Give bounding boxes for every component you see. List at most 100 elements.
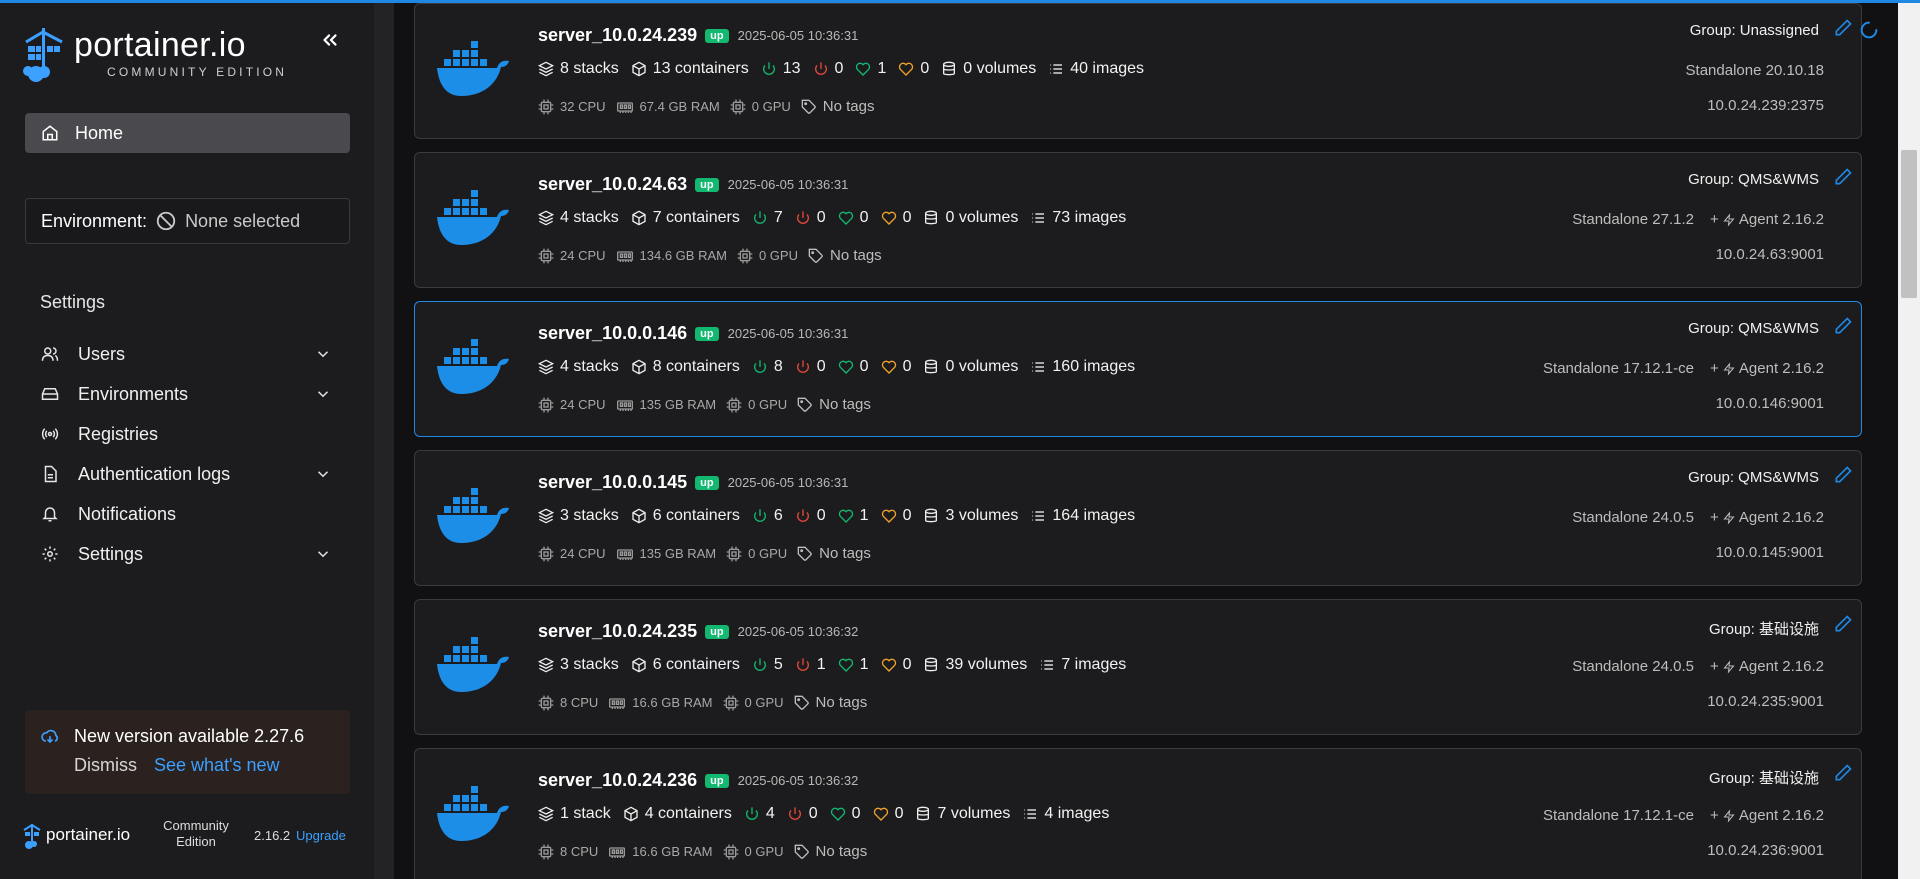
environment-card[interactable]: server_10.0.24.236 up 2025-06-05 10:36:3… bbox=[414, 748, 1862, 879]
stacks-count: 4 stacks bbox=[560, 209, 619, 226]
power-stopped-icon bbox=[796, 360, 809, 373]
stopped-count: 0 bbox=[816, 507, 826, 524]
hard-drive-icon bbox=[40, 384, 60, 404]
gpu-value: 0 GPU bbox=[751, 99, 791, 114]
running-count: 8 bbox=[773, 358, 783, 375]
layers-icon bbox=[538, 359, 554, 375]
stopped-count: 0 bbox=[816, 358, 826, 375]
group-label: Group: QMS&WMS bbox=[1688, 320, 1819, 337]
power-stopped-icon bbox=[796, 211, 809, 224]
environment-name[interactable]: server_10.0.0.146 bbox=[538, 323, 687, 344]
edit-pencil-icon[interactable] bbox=[1833, 614, 1853, 634]
environment-address: 10.0.24.63:9001 bbox=[1715, 246, 1824, 263]
running-stat: 7 bbox=[752, 209, 783, 227]
environment-card[interactable]: server_10.0.0.146 up 2025-06-05 10:36:31… bbox=[414, 301, 1862, 437]
tag-icon bbox=[794, 695, 809, 710]
heart-healthy-icon bbox=[856, 62, 871, 76]
platform-info: Standalone 17.12.1-ce + Agent 2.16.2 bbox=[1543, 360, 1824, 377]
heart-healthy-icon bbox=[838, 211, 853, 225]
tags-value: No tags bbox=[819, 396, 871, 413]
environment-selector[interactable]: Environment: None selected bbox=[25, 198, 350, 244]
cpu-value: 24 CPU bbox=[560, 397, 606, 412]
gpu-spec: 0 GPU bbox=[726, 546, 787, 562]
database-icon bbox=[925, 210, 938, 225]
environment-name[interactable]: server_10.0.24.235 bbox=[538, 621, 697, 642]
edit-pencil-icon[interactable] bbox=[1833, 18, 1853, 38]
environment-name[interactable]: server_10.0.24.63 bbox=[538, 174, 687, 195]
collapse-sidebar-button[interactable] bbox=[316, 26, 344, 54]
sidebar-item-notifications[interactable]: Notifications bbox=[25, 494, 350, 534]
cpu-value: 8 CPU bbox=[560, 844, 599, 859]
environment-name[interactable]: server_10.0.24.236 bbox=[538, 770, 697, 791]
brand[interactable]: portainer.io COMMUNITY EDITION bbox=[22, 24, 322, 84]
containers-stat: 6 containers bbox=[631, 656, 740, 674]
zap-icon bbox=[1723, 361, 1735, 376]
database-icon bbox=[943, 61, 956, 76]
cpu-icon bbox=[538, 99, 554, 114]
memory-icon bbox=[616, 250, 633, 262]
edit-pencil-icon[interactable] bbox=[1833, 465, 1853, 485]
stacks-count: 4 stacks bbox=[560, 358, 619, 375]
chevron-down-icon[interactable] bbox=[314, 465, 332, 483]
edit-pencil-icon[interactable] bbox=[1833, 763, 1853, 783]
sidebar-item-authentication-logs[interactable]: Authentication logs bbox=[25, 454, 350, 494]
gpu-spec: 0 GPU bbox=[730, 99, 791, 115]
dismiss-link[interactable]: Dismiss bbox=[74, 755, 137, 775]
cpu-icon bbox=[538, 397, 554, 412]
sidebar-item-users[interactable]: Users bbox=[25, 334, 350, 374]
upgrade-link[interactable]: Upgrade bbox=[296, 828, 346, 843]
power-running-icon bbox=[762, 62, 775, 75]
chevron-down-icon[interactable] bbox=[314, 385, 332, 403]
ram-value: 16.6 GB RAM bbox=[632, 844, 713, 859]
volumes-stat: 7 volumes bbox=[915, 805, 1010, 823]
stacks-stat: 8 stacks bbox=[538, 60, 619, 78]
running-count: 7 bbox=[773, 209, 783, 226]
volumes-stat: 3 volumes bbox=[923, 507, 1018, 525]
environment-card[interactable]: server_10.0.24.239 up 2025-06-05 10:36:3… bbox=[414, 3, 1862, 139]
sidebar-item-label: Registries bbox=[78, 423, 159, 444]
scrollbar[interactable] bbox=[1898, 0, 1920, 879]
environment-card[interactable]: server_10.0.24.235 up 2025-06-05 10:36:3… bbox=[414, 599, 1862, 735]
unhealthy-stat: 0 bbox=[881, 507, 911, 525]
memory-icon bbox=[616, 101, 633, 113]
sidebar-item-environments[interactable]: Environments bbox=[25, 374, 350, 414]
stacks-count: 3 stacks bbox=[560, 507, 619, 524]
healthy-count: 1 bbox=[859, 507, 869, 524]
stacks-stat: 3 stacks bbox=[538, 507, 619, 525]
footer-edition: Community Edition bbox=[163, 818, 229, 849]
tags-value: No tags bbox=[819, 545, 871, 562]
containers-stat: 7 containers bbox=[631, 209, 740, 227]
cpu-icon bbox=[538, 248, 554, 263]
tags-spec: No tags bbox=[808, 247, 882, 264]
cpu-icon bbox=[538, 546, 554, 561]
edit-pencil-icon[interactable] bbox=[1833, 316, 1853, 336]
stopped-stat: 0 bbox=[795, 507, 826, 525]
healthy-stat: 1 bbox=[855, 60, 886, 78]
scrollbar-thumb[interactable] bbox=[1901, 150, 1917, 298]
environment-card[interactable]: server_10.0.0.145 up 2025-06-05 10:36:31… bbox=[414, 450, 1862, 586]
volumes-count: 0 volumes bbox=[945, 209, 1019, 226]
sidebar-item-settings[interactable]: Settings bbox=[25, 534, 350, 574]
layers-icon bbox=[538, 61, 554, 77]
environment-name[interactable]: server_10.0.24.239 bbox=[538, 25, 697, 46]
tags-spec: No tags bbox=[801, 98, 874, 115]
healthy-count: 1 bbox=[877, 60, 887, 77]
sidebar-item-registries[interactable]: Registries bbox=[25, 414, 350, 454]
chevron-down-icon[interactable] bbox=[314, 345, 332, 363]
update-notice: New version available 2.27.6 Dismiss See… bbox=[25, 710, 350, 794]
box-icon bbox=[632, 61, 646, 77]
agent-info: + Agent 2.16.2 bbox=[1710, 658, 1824, 675]
edit-pencil-icon[interactable] bbox=[1833, 167, 1853, 187]
agent-info: + Agent 2.16.2 bbox=[1710, 211, 1824, 228]
power-stopped-icon bbox=[796, 509, 809, 522]
environment-name[interactable]: server_10.0.0.145 bbox=[538, 472, 687, 493]
home-button[interactable]: Home bbox=[25, 113, 350, 153]
heart-healthy-icon bbox=[838, 360, 853, 374]
environment-card[interactable]: server_10.0.24.63 up 2025-06-05 10:36:31… bbox=[414, 152, 1862, 288]
whats-new-link[interactable]: See what's new bbox=[154, 755, 280, 775]
stacks-stat: 4 stacks bbox=[538, 358, 619, 376]
gpu-icon bbox=[726, 397, 742, 412]
chevron-down-icon[interactable] bbox=[314, 545, 332, 563]
running-count: 6 bbox=[773, 507, 783, 524]
box-icon bbox=[632, 210, 646, 226]
